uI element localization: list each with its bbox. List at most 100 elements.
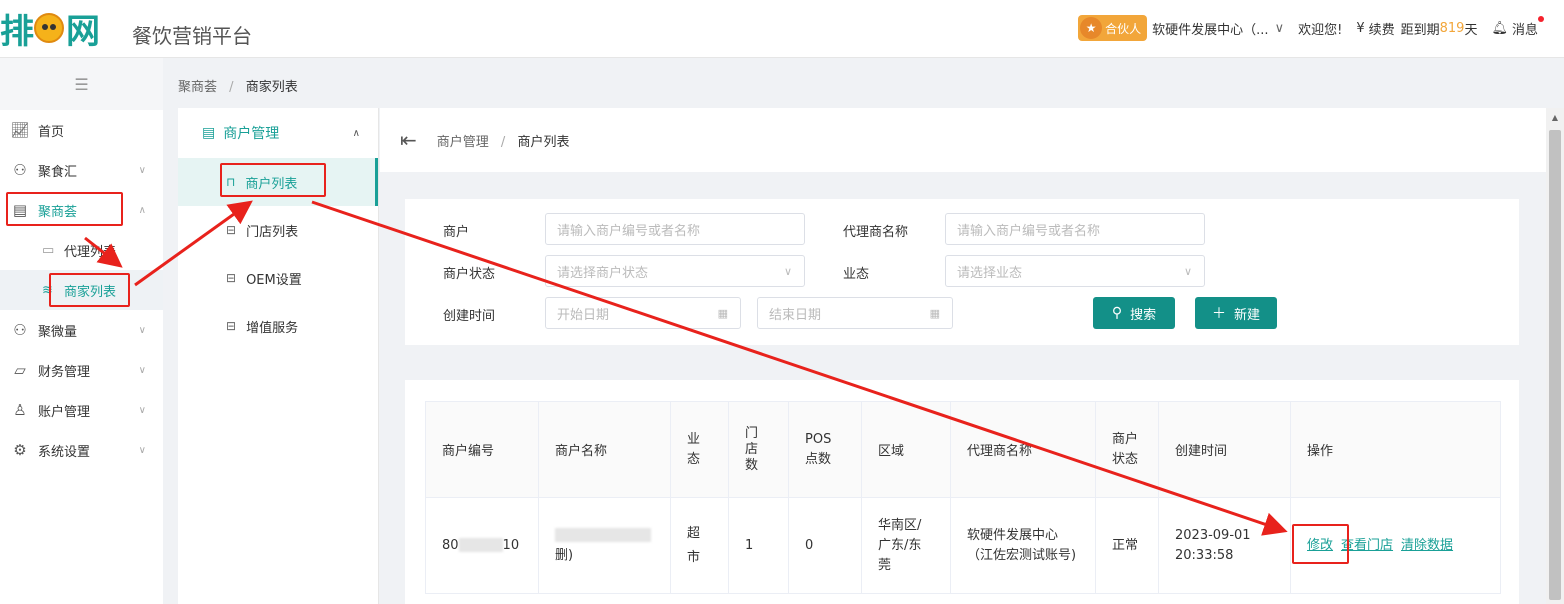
search-button[interactable]: ⚲ 搜索 [1093,297,1175,329]
sidebar-item-label: 首页 [38,124,65,140]
submenu-item-value-added[interactable]: ⊟ 增值服务 [178,302,378,350]
yen-circle-icon: ¥ [1356,20,1365,36]
add-merchant-button[interactable]: ＋ 新建 [1195,297,1277,329]
bell-icon: 🔔︎ [1491,20,1508,36]
org-selector[interactable]: 软硬件发展中心（... ∨ [1152,19,1284,38]
menu-toggle-icon[interactable]: ⇤ [400,128,417,152]
sidebar-item-juweiliang[interactable]: ⚇ 聚微量 ∨ [0,310,163,350]
clear-data-link[interactable]: 清除数据 [1401,538,1453,553]
end-date-input[interactable]: 结束日期 ▦ [757,297,953,329]
submenu-item-label: 增值服务 [246,320,299,336]
cell-agent-text: 软硬件发展中心（江佐宏测试账号) [967,527,1077,563]
vertical-scrollbar[interactable]: ▲ [1546,108,1564,604]
monkey-logo-icon [34,13,64,43]
submenu-item-oem-settings[interactable]: ⊟ OEM设置 [178,254,378,302]
cell-region-text: 华南区/广东/东莞 [878,517,922,573]
col-header-biz-text: 业态 [687,431,701,467]
chevron-down-icon: ∨ [783,264,792,278]
app-window: 排 网 餐饮营销平台 ★ 合伙人 软硬件发展中心（... ∨ 欢迎您! ¥ 续费… [0,0,1564,604]
content-header: ⇤ 商户管理 / 商户列表 [380,108,1546,172]
col-header-biz: 业态 [670,401,729,498]
logo: 排 网 [0,8,100,52]
calendar-icon: ▦ [929,306,940,320]
col-header-stores-text: 门店数 [745,425,759,473]
col-header-region: 区域 [861,401,951,498]
messages-label: 消息 [1511,22,1538,38]
merchant-id-prefix: 80 [442,537,459,553]
col-header-name: 商户名称 [538,401,671,498]
col-header-created: 创建时间 [1158,401,1291,498]
messages-button[interactable]: 🔔︎ 消息 [1491,15,1544,38]
annotation-box-merchant-list [49,273,130,307]
search-icon: ⚲ [1111,305,1123,321]
col-header-stores: 门店数 [728,401,789,498]
annotation-box-jushanghui [6,192,123,226]
gear-icon: ⚙ [13,441,27,459]
merchant-search-placeholder: 请输入商户编号或者名称 [557,223,701,239]
merchant-search-input[interactable]: 请输入商户编号或者名称 [545,213,805,245]
add-button-label: 新建 [1233,307,1260,323]
sidebar-item-settings[interactable]: ⚙ 系统设置 ∨ [0,430,163,470]
breadcrumb-current: 商家列表 [245,80,298,95]
col-header-actions: 操作 [1290,401,1501,498]
breadcrumb-current: 商户列表 [517,134,570,150]
sidebar-item-account[interactable]: ♙ 账户管理 ∨ [0,390,163,430]
expiry-prefix: 距到期 [1400,22,1440,38]
renew-button[interactable]: ¥ 续费 距到期 819 天 [1356,19,1477,38]
table-header-row: 商户编号 商户名称 业态 门店数 POS点数 区域 代理商名称 商户状态 创建时… [425,401,1501,498]
chevron-up-icon: ∧ [138,204,146,216]
calendar-icon: ▦ [717,306,728,320]
cell-status: 正常 [1095,497,1159,594]
merchant-table: 商户编号 商户名称 业态 门店数 POS点数 区域 代理商名称 商户状态 创建时… [425,401,1501,594]
submenu-header[interactable]: ▤ 商户管理 ∧ [178,108,378,158]
search-button-label: 搜索 [1130,307,1157,323]
cell-biz-text: 超市 [687,525,701,565]
cell-id: 80 10 [425,497,539,594]
sidebar-item-finance[interactable]: ▱ 财务管理 ∨ [0,350,163,390]
status-select[interactable]: 请选择商户状态 ∨ [545,255,805,287]
cell-name: 删) [538,497,671,594]
submenu-item-label: 门店列表 [246,224,299,240]
redacted-name [555,526,654,546]
start-date-input[interactable]: 开始日期 ▦ [545,297,741,329]
sidebar-item-jushihui[interactable]: ⚇ 聚食汇 ∨ [0,150,163,190]
box-icon: ⊟ [226,319,237,333]
sidebar-subitem-agent-list[interactable]: ▭ 代理列表 [0,230,163,270]
logo-text-right: 网 [66,11,100,52]
chevron-down-icon: ∨ [138,444,146,456]
store-icon: ▤ [202,125,216,141]
breadcrumb: 聚商荟 / 商家列表 [178,76,298,95]
renew-label: 续费 [1368,22,1395,38]
platform-name: 餐饮营销平台 [132,24,252,48]
agent-search-placeholder: 请输入商户编号或者名称 [957,223,1101,239]
breadcrumb-separator: / [229,80,234,95]
col-header-pos: POS点数 [788,401,862,498]
scrollbar-thumb[interactable] [1549,130,1561,600]
table-panel: 商户编号 商户名称 业态 门店数 POS点数 区域 代理商名称 商户状态 创建时… [405,380,1519,604]
annotation-box-edit [1292,524,1349,564]
agent-label: 代理商名称 [843,225,909,240]
sidebar-item-home[interactable]: 📈︎ 首页 [0,110,163,150]
annotation-box-submenu-merchant-list [220,163,326,197]
chevron-down-icon: ∨ [138,164,146,176]
breadcrumb-parent[interactable]: 聚商荟 [178,80,217,95]
box-icon: ⊟ [226,271,237,285]
chevron-down-icon: ∨ [138,364,146,376]
cell-pos: 0 [788,497,862,594]
col-header-status-text: 商户状态 [1112,431,1139,467]
agent-search-input[interactable]: 请输入商户编号或者名称 [945,213,1205,245]
redacted-blur [458,538,503,552]
sidebar-collapse-button[interactable]: ☰ [0,58,163,110]
scroll-up-icon[interactable]: ▲ [1546,108,1564,126]
submenu-item-store-list[interactable]: ⊟ 门店列表 [178,206,378,254]
submenu-title: 商户管理 [223,126,280,142]
cell-created: 2023-09-01 20:33:58 [1158,497,1291,594]
status-label: 商户状态 [443,267,496,282]
merchant-id-suffix: 10 [502,537,520,553]
breadcrumb-parent[interactable]: 商户管理 [437,135,489,150]
header-actions: ★ 合伙人 软硬件发展中心（... ∨ 欢迎您! ¥ 续费 距到期 819 天 … [1078,15,1544,41]
col-header-status: 商户状态 [1095,401,1159,498]
star-icon: ★ [1080,17,1103,39]
org-name: 软硬件发展中心（... [1152,22,1269,38]
biz-select[interactable]: 请选择业态 ∨ [945,255,1205,287]
